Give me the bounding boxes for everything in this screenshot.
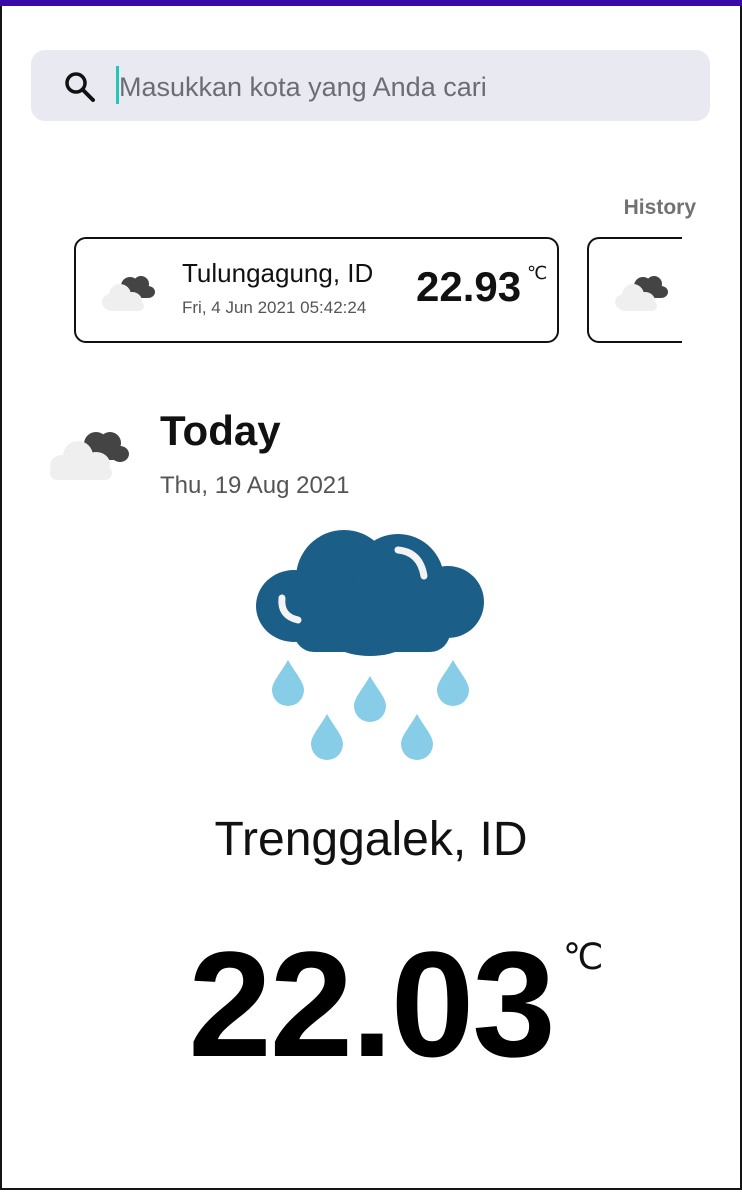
- history-card[interactable]: Tulungagung, ID Fri, 4 Jun 2021 05:42:24…: [74, 237, 559, 343]
- history-title: History: [623, 196, 696, 219]
- today-date: Thu, 19 Aug 2021: [160, 472, 350, 499]
- current-city: Trenggalek, ID: [214, 813, 528, 866]
- search-input[interactable]: [115, 68, 689, 106]
- cloudy-icon: [50, 432, 129, 480]
- cloudy-icon: [102, 276, 155, 311]
- current-temperature-unit: ℃: [563, 936, 604, 977]
- current-temperature: 22.03: [188, 920, 555, 1088]
- search-icon[interactable]: [63, 70, 97, 104]
- text-caret: [116, 66, 119, 104]
- cloudy-icon: [615, 276, 668, 311]
- history-datetime: Fri, 4 Jun 2021 05:42:24: [182, 298, 367, 317]
- status-accent-bar: [0, 0, 742, 6]
- history-card[interactable]: [587, 237, 682, 343]
- search-bar[interactable]: [31, 50, 710, 121]
- today-label: Today: [160, 407, 281, 454]
- history-city: Tulungagung, ID: [182, 258, 374, 288]
- rain-cloud-icon: [256, 530, 484, 760]
- history-card-peek-clip: [587, 230, 682, 350]
- history-temperature-unit: ℃: [527, 263, 548, 283]
- history-temperature: 22.93: [416, 263, 522, 310]
